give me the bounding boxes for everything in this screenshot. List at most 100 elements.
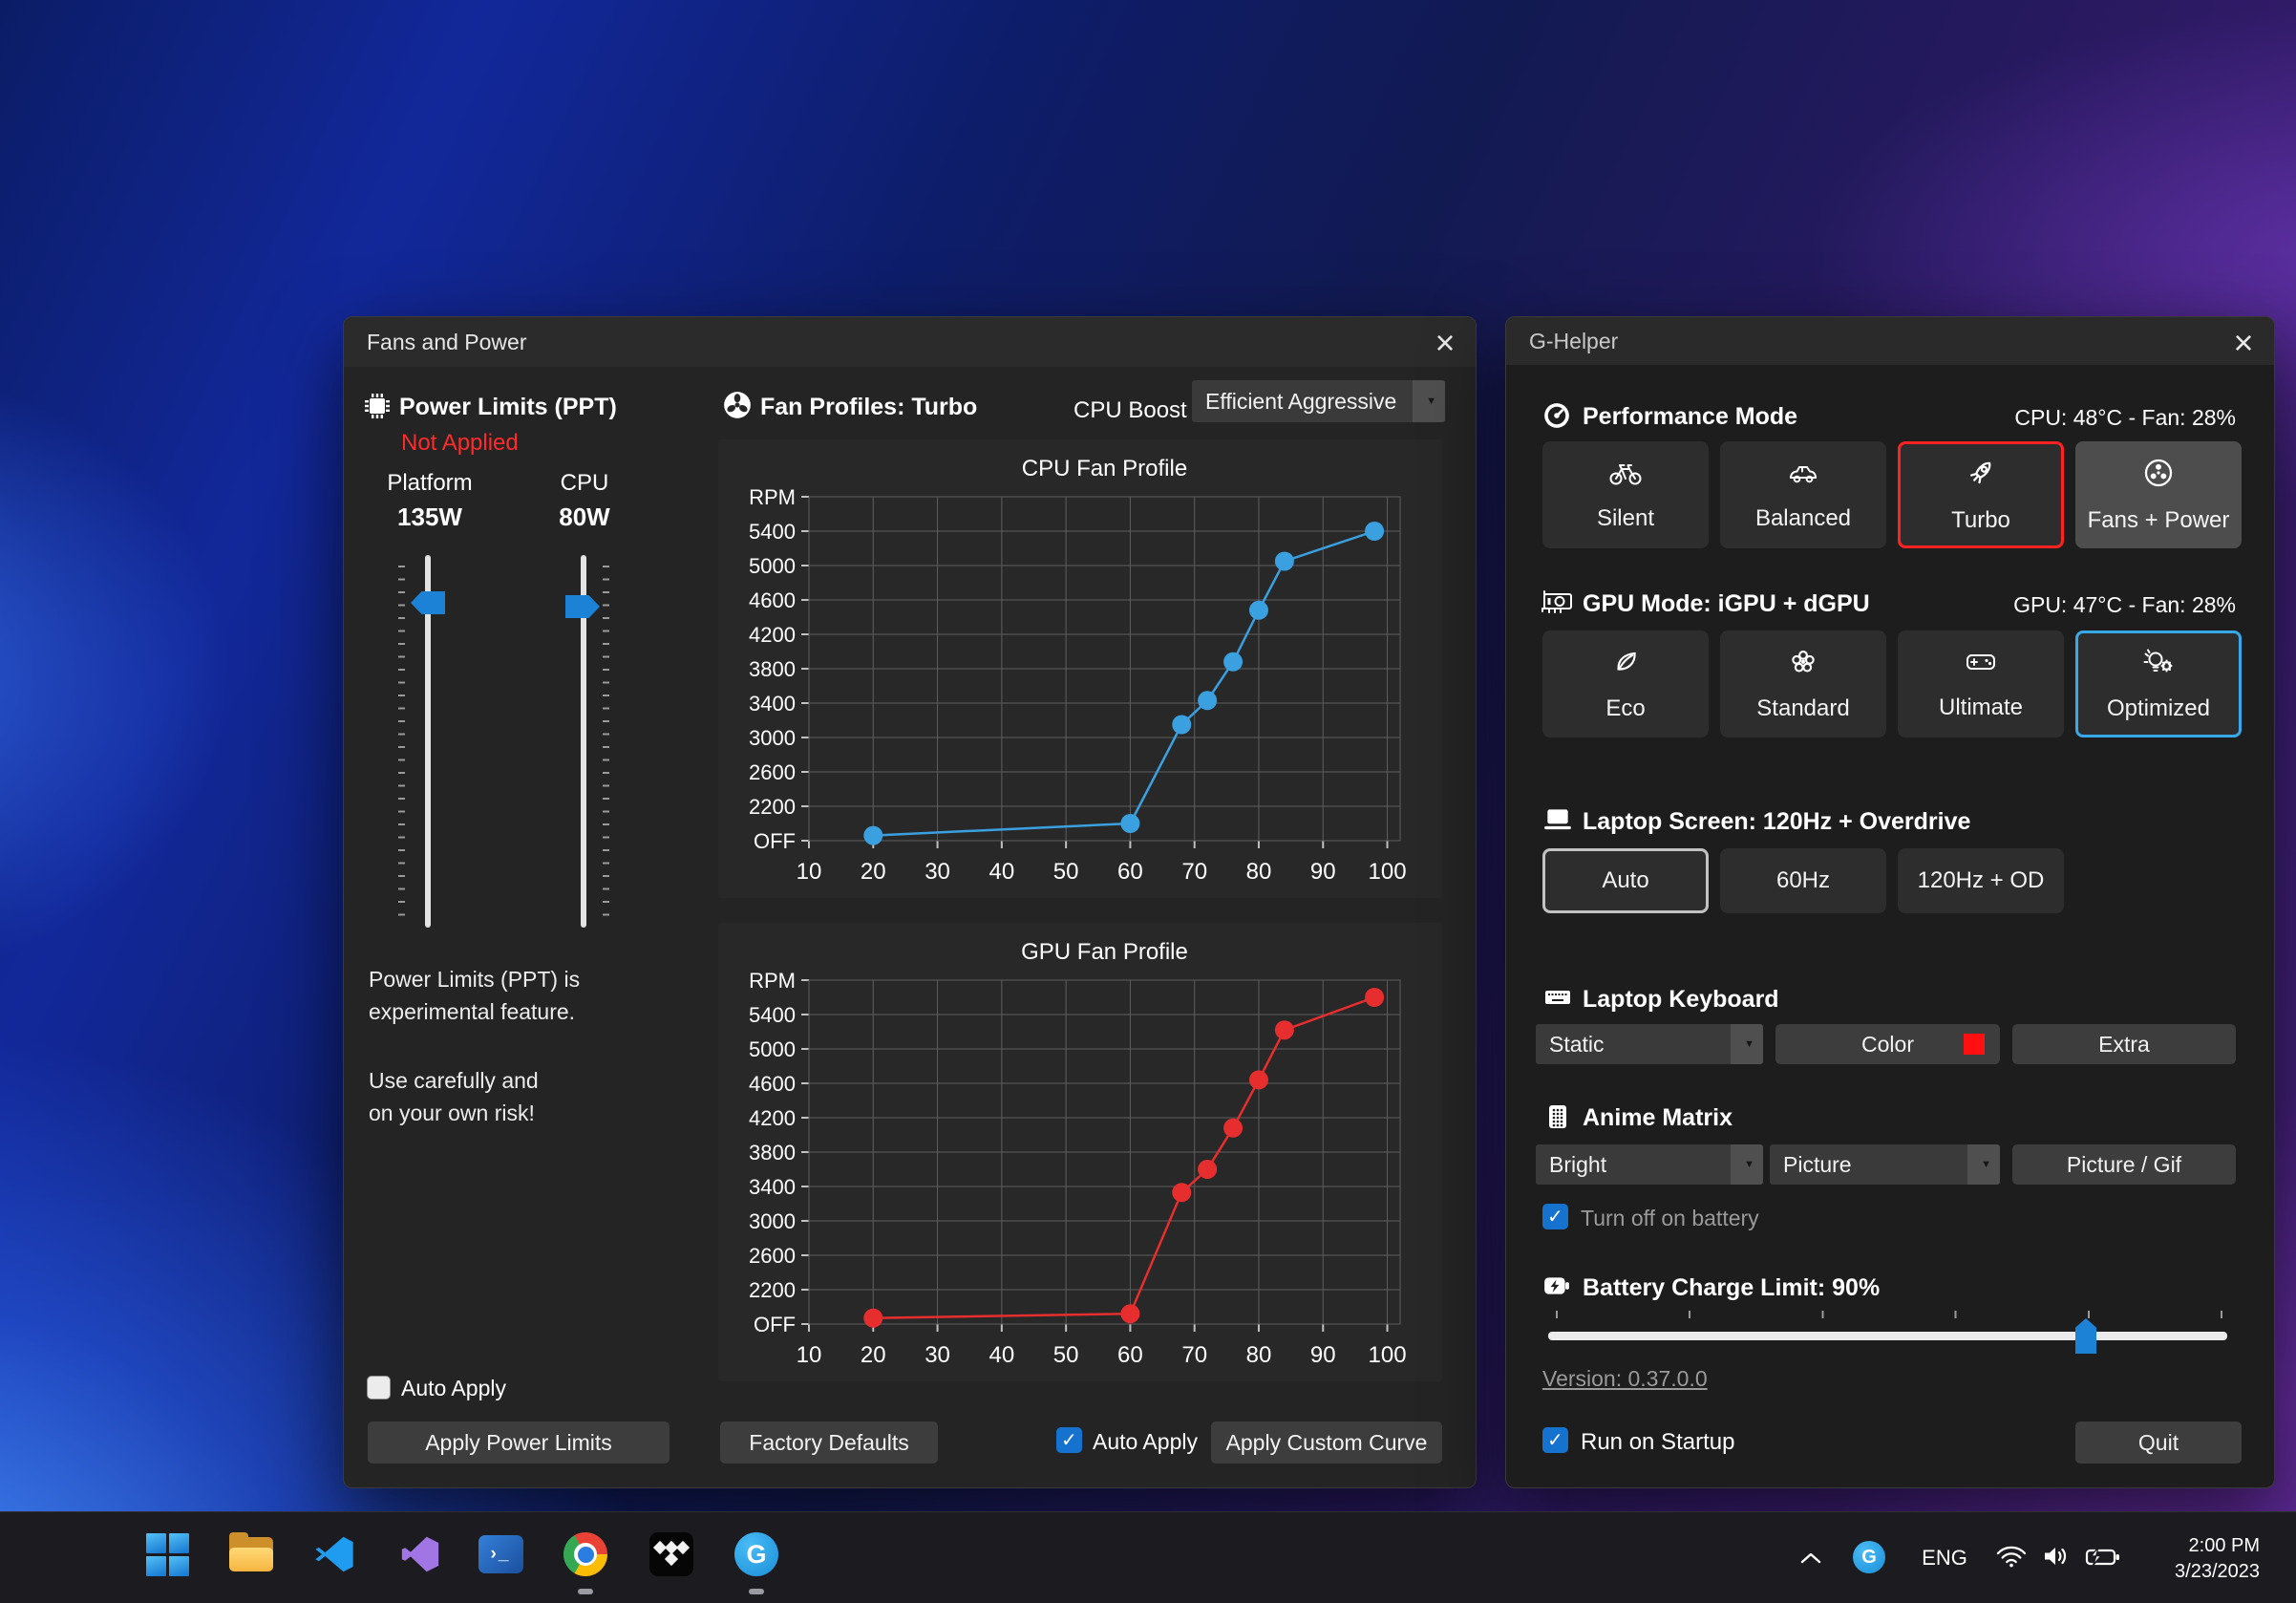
tray-chevron-button[interactable] — [1796, 1545, 1826, 1571]
tray-clock[interactable]: 2:00 PM 3/23/2023 — [2175, 1533, 2260, 1585]
curve-auto-apply-label: Auto Apply — [1093, 1429, 1198, 1455]
gpu-fan-profile-chart[interactable]: GPU Fan ProfileRPM5400500046004200380034… — [718, 923, 1442, 1381]
g-helper-icon — [734, 1532, 778, 1576]
matrix-icon — [1544, 1102, 1571, 1136]
ghelper-window-title: G-Helper — [1529, 317, 1618, 365]
gpu-temp-status: GPU: 47°C - Fan: 28% — [2013, 592, 2236, 618]
apply-power-limits-button[interactable]: Apply Power Limits — [368, 1421, 670, 1464]
platform-slider-thumb[interactable] — [411, 591, 445, 614]
taskbar-visual-studio[interactable] — [397, 1531, 443, 1577]
svg-text:100: 100 — [1369, 859, 1407, 885]
power-auto-apply-checkbox[interactable] — [367, 1376, 391, 1400]
cpu-fan-profile-chart[interactable]: CPU Fan ProfileRPM5400500046004200380034… — [718, 439, 1442, 898]
g-helper-tray-icon — [1853, 1541, 1885, 1573]
screen-button-auto[interactable]: Auto — [1542, 848, 1709, 913]
battery-slider-ticks — [1556, 1311, 2222, 1318]
performance-mode-title: Performance Mode — [1583, 403, 1797, 431]
tray-volume-button[interactable] — [2040, 1543, 2074, 1570]
svg-text:3000: 3000 — [749, 1209, 796, 1233]
start-button[interactable] — [144, 1531, 190, 1577]
power-limits-title: Power Limits (PPT) — [399, 394, 617, 421]
fans-window-titlebar[interactable]: Fans and Power — [344, 317, 1476, 367]
power-auto-apply-label: Auto Apply — [401, 1376, 506, 1401]
cpu-boost-label: CPU Boost — [1074, 397, 1187, 424]
rocket-icon — [1965, 457, 1997, 496]
keyboard-color-button[interactable]: Color — [1775, 1024, 2000, 1064]
power-limits-status: Not Applied — [401, 430, 519, 457]
battery-icon — [1542, 1272, 1571, 1304]
tray-language[interactable]: ENG — [1916, 1545, 1973, 1571]
mode-button-fans-power[interactable]: Fans + Power — [2075, 441, 2242, 548]
tray-wifi-button[interactable] — [1994, 1543, 2029, 1570]
svg-text:80: 80 — [1246, 859, 1272, 885]
gpu-button-label: Ultimate — [1939, 695, 2023, 721]
anime-mode-dropdown[interactable]: Picture — [1770, 1144, 2000, 1185]
fans-window-title: Fans and Power — [367, 317, 526, 367]
ghelper-titlebar[interactable]: G-Helper — [1506, 317, 2274, 365]
svg-text:3000: 3000 — [749, 726, 796, 750]
powershell-icon — [478, 1535, 523, 1573]
taskbar-powershell[interactable] — [478, 1531, 523, 1577]
screen-button-label: 60Hz — [1776, 867, 1830, 894]
curve-auto-apply-checkbox[interactable] — [1056, 1427, 1082, 1453]
cpu-boost-dropdown[interactable]: Efficient Aggressive — [1192, 380, 1445, 422]
anime-picture-gif-button[interactable]: Picture / Gif — [2012, 1144, 2236, 1185]
chrome-running-indicator — [578, 1589, 593, 1594]
screen-button-60hz[interactable]: 60Hz — [1720, 848, 1886, 913]
keyboard-mode-dropdown[interactable]: Static — [1536, 1024, 1763, 1064]
taskbar-file-explorer[interactable] — [228, 1531, 274, 1577]
mode-button-label: Turbo — [1951, 507, 2010, 534]
windows-logo-icon — [146, 1533, 189, 1576]
cpu-temp-status: CPU: 48°C - Fan: 28% — [2014, 405, 2236, 431]
cpu-slider-thumb[interactable] — [565, 595, 600, 618]
chevron-down-icon — [1426, 395, 1436, 407]
svg-text:RPM: RPM — [749, 485, 796, 509]
anime-battery-checkbox[interactable] — [1542, 1204, 1568, 1229]
anime-matrix-title: Anime Matrix — [1583, 1104, 1733, 1132]
tray-battery-button[interactable] — [2084, 1544, 2122, 1570]
svg-text:10: 10 — [797, 1342, 822, 1368]
gpu-button-optimized[interactable]: Optimized — [2075, 631, 2242, 737]
version-link[interactable]: Version: 0.37.0.0 — [1542, 1366, 1708, 1392]
svg-text:5000: 5000 — [749, 554, 796, 578]
tidal-icon — [649, 1532, 693, 1576]
tray-ghelper-icon[interactable] — [1853, 1541, 1885, 1573]
anime-brightness-dropdown[interactable]: Bright — [1536, 1144, 1763, 1185]
taskbar-tidal[interactable] — [648, 1531, 694, 1577]
taskbar-ghelper[interactable] — [733, 1531, 779, 1577]
chevron-up-icon — [1799, 1550, 1822, 1566]
close-icon[interactable] — [1426, 325, 1464, 361]
screen-button-120hz-od[interactable]: 120Hz + OD — [1898, 848, 2064, 913]
visual-studio-icon — [398, 1532, 442, 1576]
taskbar-vscode[interactable] — [311, 1531, 357, 1577]
gpu-button-standard[interactable]: Standard — [1720, 631, 1886, 737]
mode-button-balanced[interactable]: Balanced — [1720, 441, 1886, 548]
platform-slider-label: Platform 135W — [353, 470, 506, 532]
mode-button-turbo[interactable]: Turbo — [1898, 441, 2064, 548]
svg-text:100: 100 — [1369, 1342, 1407, 1368]
mode-button-silent[interactable]: Silent — [1542, 441, 1709, 548]
bicycle-icon — [1607, 459, 1644, 494]
keyboard-extra-button[interactable]: Extra — [2012, 1024, 2236, 1064]
apply-custom-curve-button[interactable]: Apply Custom Curve — [1211, 1421, 1442, 1464]
run-on-startup-checkbox[interactable] — [1542, 1427, 1568, 1453]
gpu-button-eco[interactable]: Eco — [1542, 631, 1709, 737]
cpu-slider-label: CPU 80W — [508, 470, 661, 532]
battery-slider-thumb[interactable] — [2075, 1318, 2096, 1354]
gamepad-icon — [1964, 648, 1998, 683]
taskbar-chrome[interactable] — [563, 1531, 608, 1577]
factory-defaults-button[interactable]: Factory Defaults — [720, 1421, 938, 1464]
battery-slider-track[interactable] — [1548, 1332, 2227, 1340]
close-icon[interactable] — [2224, 325, 2263, 361]
chevron-down-icon — [1981, 1159, 1991, 1170]
svg-text:70: 70 — [1181, 1342, 1207, 1368]
svg-text:20: 20 — [861, 859, 886, 885]
gpu-button-ultimate[interactable]: Ultimate — [1898, 631, 2064, 737]
gpu-button-label: Optimized — [2107, 695, 2210, 722]
gauge-icon — [1542, 401, 1571, 435]
cpu-slider-ticks — [603, 566, 609, 921]
svg-text:4600: 4600 — [749, 1072, 796, 1096]
svg-text:90: 90 — [1310, 859, 1336, 885]
quit-button[interactable]: Quit — [2075, 1421, 2242, 1464]
svg-text:30: 30 — [925, 1342, 950, 1368]
